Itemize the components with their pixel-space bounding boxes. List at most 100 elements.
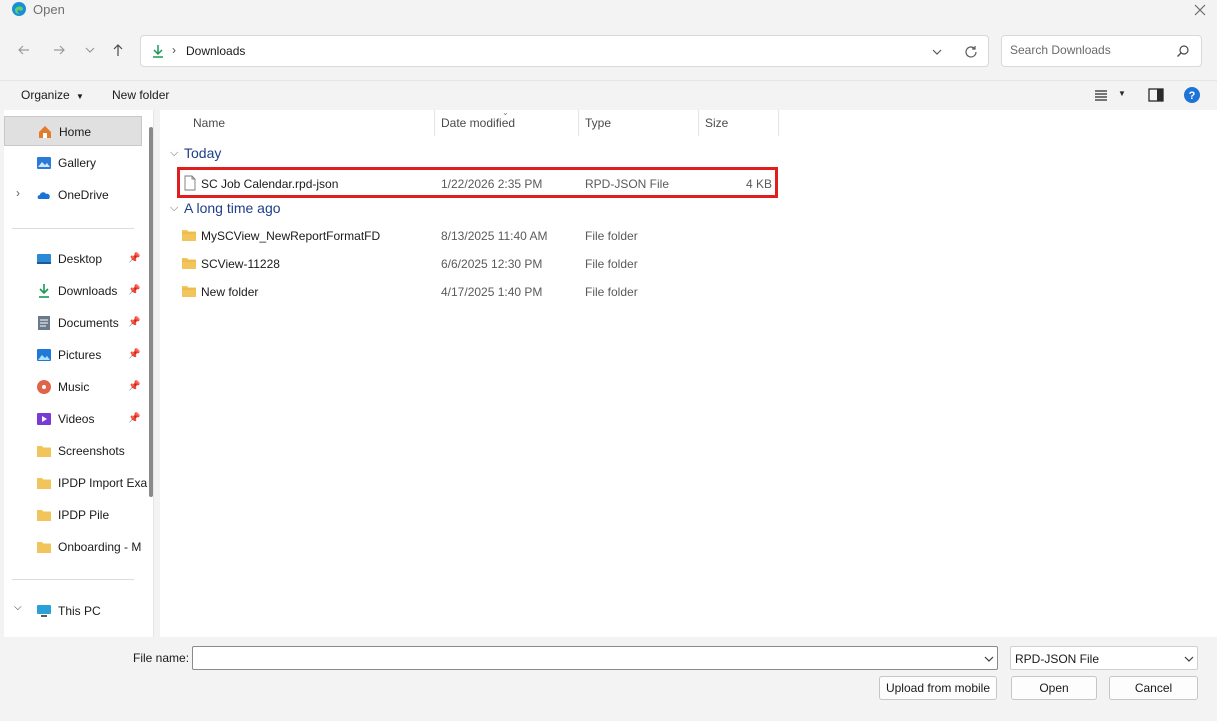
file-type: File folder — [585, 257, 638, 271]
up-arrow-icon[interactable] — [107, 39, 129, 61]
folder-icon — [37, 478, 51, 489]
folder-icon — [37, 446, 51, 457]
this-pc-icon — [37, 605, 51, 617]
address-history-chevron-down-icon[interactable] — [931, 47, 943, 57]
close-icon[interactable] — [1191, 1, 1209, 19]
folder-icon — [37, 542, 51, 553]
pin-icon: 📌 — [128, 413, 141, 424]
pin-icon: 📌 — [128, 349, 141, 360]
search-box[interactable] — [1001, 35, 1202, 67]
sidebar-divider — [12, 579, 134, 580]
file-name: MySCView_NewReportFormatFD — [201, 229, 381, 243]
file-name: SCView-11228 — [201, 257, 280, 271]
file-type-select[interactable]: RPD-JSON File — [1010, 646, 1198, 670]
table-row[interactable]: SCView-11228 6/6/2025 12:30 PM File fold… — [177, 251, 777, 277]
file-type: RPD-JSON File — [585, 177, 670, 191]
file-list[interactable]: Name Date modified ⌄ Type Size ⌵ Today S… — [160, 108, 1217, 637]
cancel-button[interactable]: Cancel — [1109, 676, 1198, 700]
expand-chevron-right-icon[interactable]: › — [16, 186, 20, 200]
column-separator — [578, 110, 579, 136]
download-icon — [39, 284, 49, 298]
column-separator — [698, 110, 699, 136]
file-name-label: File name: — [133, 651, 190, 665]
new-folder-button[interactable]: New folder — [112, 88, 169, 102]
organize-label: Organize — [21, 88, 70, 102]
refresh-icon[interactable] — [963, 44, 979, 60]
organize-button[interactable]: Organize ▼ — [21, 88, 84, 102]
forward-icon[interactable] — [48, 39, 70, 61]
sidebar-item-home[interactable]: Home — [4, 116, 142, 146]
column-header-type[interactable]: Type — [585, 116, 611, 130]
sort-chevron-icon: ⌄ — [502, 108, 509, 117]
title-bar: Open — [0, 0, 1217, 22]
sidebar-item-music[interactable]: Music 📌 — [4, 372, 142, 402]
column-header-name[interactable]: Name — [193, 116, 225, 130]
sidebar-item-desktop[interactable]: Desktop 📌 — [4, 244, 142, 274]
file-icon — [184, 175, 196, 191]
pin-icon: 📌 — [128, 285, 141, 296]
file-size: 4 KB — [746, 177, 773, 191]
group-collapse-chevron-icon[interactable]: ⌵ — [170, 202, 178, 215]
command-toolbar: Organize ▼ New folder ▼ ? — [0, 80, 1217, 110]
breadcrumb-separator-chevron-icon: › — [172, 43, 176, 57]
desktop-icon — [37, 254, 51, 264]
file-date: 1/22/2026 2:35 PM — [441, 177, 543, 191]
column-header-date-modified[interactable]: Date modified — [441, 116, 515, 130]
help-icon[interactable]: ? — [1183, 86, 1201, 104]
sidebar-item-this-pc[interactable]: ⌵ This PC — [4, 596, 142, 626]
table-row[interactable]: New folder 4/17/2025 1:40 PM File folder — [177, 279, 777, 305]
group-collapse-chevron-icon[interactable]: ⌵ — [170, 147, 178, 160]
organize-chevron-down-icon: ▼ — [76, 92, 84, 101]
file-type: File folder — [585, 229, 638, 243]
sidebar-scrollbar[interactable] — [149, 127, 153, 497]
sidebar-item-videos[interactable]: Videos 📌 — [4, 404, 142, 434]
sidebar-item-screenshots[interactable]: Screenshots — [4, 436, 142, 466]
download-icon — [153, 45, 163, 58]
folder-icon — [182, 286, 196, 297]
recent-locations-chevron-down-icon[interactable] — [79, 39, 101, 61]
view-dropdown-chevron-icon[interactable]: ▼ — [1118, 89, 1126, 98]
edge-browser-icon — [12, 2, 26, 16]
file-type-selected: RPD-JSON File — [1015, 652, 1100, 666]
preview-pane-icon[interactable] — [1148, 88, 1164, 102]
file-name-field[interactable] — [192, 646, 998, 670]
column-header-size[interactable]: Size — [705, 116, 728, 130]
sidebar-item-onboarding[interactable]: Onboarding - M — [4, 532, 142, 562]
column-separator — [434, 110, 435, 136]
table-row[interactable]: MySCView_NewReportFormatFD 8/13/2025 11:… — [177, 223, 777, 249]
sidebar-divider — [12, 228, 134, 229]
sidebar-item-pictures[interactable]: Pictures 📌 — [4, 340, 142, 370]
search-icon[interactable] — [1176, 44, 1190, 58]
sidebar-item-ipdp-pile[interactable]: IPDP Pile — [4, 500, 142, 530]
breadcrumb-downloads[interactable]: Downloads — [186, 44, 245, 58]
file-type-chevron-down-icon[interactable] — [1183, 654, 1195, 664]
view-options-icon[interactable] — [1094, 89, 1108, 101]
sidebar-item-downloads[interactable]: Downloads 📌 — [4, 276, 142, 306]
file-name: SC Job Calendar.rpd-json — [201, 177, 339, 191]
gallery-icon — [37, 157, 51, 169]
file-name-chevron-down-icon[interactable] — [983, 654, 995, 664]
open-button[interactable]: Open — [1011, 676, 1097, 700]
file-name: New folder — [201, 285, 259, 299]
svg-text:?: ? — [1189, 90, 1196, 102]
folder-icon — [182, 258, 196, 269]
back-icon[interactable] — [13, 39, 35, 61]
navigation-pane[interactable]: Home Gallery › OneDrive Desktop 📌 Downlo… — [4, 110, 154, 637]
pin-icon: 📌 — [128, 381, 141, 392]
table-row[interactable]: SC Job Calendar.rpd-json 1/22/2026 2:35 … — [177, 167, 778, 198]
address-bar[interactable]: › Downloads — [140, 35, 989, 67]
sidebar-item-gallery[interactable]: Gallery — [4, 148, 142, 178]
search-input[interactable] — [1010, 43, 1170, 57]
file-date: 6/6/2025 12:30 PM — [441, 257, 543, 271]
group-heading-today[interactable]: Today — [184, 145, 221, 161]
sidebar-item-onedrive[interactable]: › OneDrive — [4, 180, 142, 210]
expand-chevron-down-icon[interactable]: ⌵ — [14, 602, 22, 613]
folder-icon — [182, 230, 196, 241]
onedrive-icon — [37, 192, 50, 199]
upload-from-mobile-button[interactable]: Upload from mobile — [879, 676, 997, 700]
home-icon — [39, 126, 51, 138]
column-separator — [778, 110, 779, 136]
group-heading-long-ago[interactable]: A long time ago — [184, 200, 281, 216]
sidebar-item-ipdp-import[interactable]: IPDP Import Exa — [4, 468, 147, 498]
sidebar-item-documents[interactable]: Documents 📌 — [4, 308, 142, 338]
